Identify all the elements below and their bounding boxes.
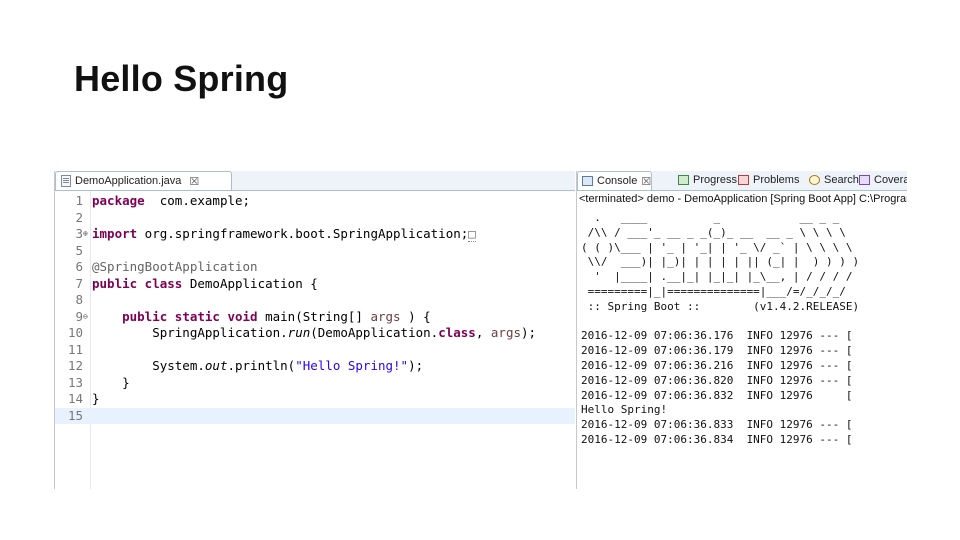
code-area[interactable]: 1 package com.example; 2 3 ⊕ import org.sprin…	[55, 191, 575, 489]
code-text: public static void main(String[] args ) …	[122, 308, 431, 324]
line-number: 10	[67, 325, 83, 340]
code-text: }	[92, 374, 130, 390]
banner-line: ' |____| .__|_| |_|_| |_\__, | / / / /	[581, 270, 853, 284]
tab-search[interactable]: Search	[805, 171, 859, 189]
code-text: public class DemoApplication {	[92, 275, 318, 291]
line-number: 15	[67, 407, 83, 423]
log-line: 2016-12-09 07:06:36.834 INFO 12976 --- [	[581, 433, 853, 446]
coverage-icon	[859, 175, 870, 185]
line-number: 6	[75, 259, 83, 274]
console-icon	[582, 176, 593, 186]
code-line[interactable]: 3 ⊕ import org.springframework.boot.Spring…	[55, 226, 575, 243]
line-number: 8	[75, 292, 83, 307]
code-editor-panel: DemoApplication.java ☒ 1 package com.exam…	[54, 171, 575, 489]
line-number: 7	[75, 275, 83, 291]
line-number: 1	[75, 193, 83, 208]
tab-console[interactable]: Console ☒	[577, 171, 653, 190]
log-line: 2016-12-09 07:06:36.176 INFO 12976 --- [	[581, 329, 853, 343]
code-line[interactable]: 8	[55, 292, 575, 309]
console-panel: Console ☒ Progress Problems Search Covera <te…	[576, 171, 907, 489]
line-number: 5	[75, 242, 83, 258]
tab-covera[interactable]: Covera	[855, 171, 907, 189]
tab-label: Console	[597, 175, 638, 187]
tab-label: Covera	[874, 174, 907, 186]
tab-demo-application-java[interactable]: DemoApplication.java ☒	[55, 171, 232, 190]
console-tab-bar: Console ☒ Progress Problems Search Covera	[577, 171, 907, 191]
log-line: Hello Spring!	[581, 403, 668, 417]
log-line: 2016-12-09 07:06:36.216 INFO 12976 --- [	[581, 359, 853, 372]
line-number: 2	[75, 209, 83, 225]
java-file-icon	[61, 175, 71, 187]
code-line[interactable]: 15	[55, 407, 575, 424]
code-text: import org.springframework.boot.SpringAp…	[92, 226, 476, 242]
banner-line: \\/ ___)| |_)| | | | | || (_| | ) ) ) )	[581, 255, 860, 269]
tab-label: Search	[824, 174, 859, 186]
code-line[interactable]: 5	[55, 243, 575, 260]
code-line[interactable]: 2	[55, 210, 575, 227]
collapse-fold-icon[interactable]: ⊖	[83, 309, 91, 326]
banner-line: =========|_|==============|___/=/_/_/_/	[581, 285, 846, 298]
code-line[interactable]: 9 ⊖ public static void main(String[] args…	[55, 309, 575, 326]
banner-line: /\\ / ___'_ __ _ _(_)_ __ __ _ \ \ \ \	[581, 225, 846, 239]
code-text: System.out.println("Hello Spring!");	[92, 358, 424, 373]
code-line[interactable]: 7 public class DemoApplication {	[55, 276, 575, 293]
line-number: 9	[75, 308, 83, 324]
progress-icon	[678, 175, 689, 185]
line-number: 12	[67, 358, 83, 373]
tab-problems[interactable]: Problems	[734, 171, 799, 189]
code-line[interactable]: 11	[55, 342, 575, 359]
close-icon[interactable]: ☒	[641, 175, 651, 188]
editor-tab-bar: DemoApplication.java ☒	[55, 171, 575, 191]
code-line[interactable]: 6 @SpringBootApplication	[55, 259, 575, 276]
code-line[interactable]: 10 SpringApplication.run(DemoApplication…	[55, 325, 575, 342]
code-text: @SpringBootApplication	[92, 259, 258, 274]
code-line[interactable]: 12 System.out.println("Hello Spring!");	[55, 358, 575, 375]
slide-title: Hello Spring	[74, 58, 289, 99]
close-icon[interactable]: ☒	[189, 175, 199, 188]
line-number: 11	[67, 341, 83, 357]
line-number: 13	[67, 374, 83, 390]
code-text: SpringApplication.run(DemoApplication.cl…	[92, 325, 537, 340]
log-line: 2016-12-09 07:06:36.833 INFO 12976 --- [	[581, 418, 853, 432]
log-line: 2016-12-09 07:06:36.820 INFO 12976 --- [	[581, 373, 853, 387]
expand-fold-icon[interactable]: ⊕	[83, 226, 91, 243]
log-line: 2016-12-09 07:06:36.832 INFO 12976 [	[581, 388, 853, 402]
log-line: 2016-12-09 07:06:36.179 INFO 12976 --- [	[581, 344, 853, 358]
tab-progress[interactable]: Progress	[674, 171, 737, 189]
tab-label: DemoApplication.java	[75, 175, 182, 187]
banner-line: . ____ _ __ _ _	[581, 211, 840, 224]
tab-label: Progress	[693, 174, 738, 186]
code-text: }	[92, 391, 100, 406]
line-number: 3	[75, 226, 83, 241]
banner-line: ( ( )\___ | '_ | '_| | '_ \/ _` | \ \ \ …	[581, 240, 853, 254]
code-text: package com.example;	[92, 193, 251, 208]
problems-icon	[738, 175, 749, 185]
code-line[interactable]: 13 }	[55, 375, 575, 392]
line-number: 14	[67, 391, 83, 406]
code-line[interactable]: 1 package com.example;	[55, 193, 575, 210]
tab-label: Problems	[753, 174, 800, 186]
banner-line: :: Spring Boot :: (v1.4.2.RELEASE)	[581, 299, 860, 313]
search-icon	[809, 175, 820, 185]
code-line[interactable]: 14}	[55, 391, 575, 408]
console-status: <terminated> demo - DemoApplication [Spr…	[579, 193, 907, 205]
